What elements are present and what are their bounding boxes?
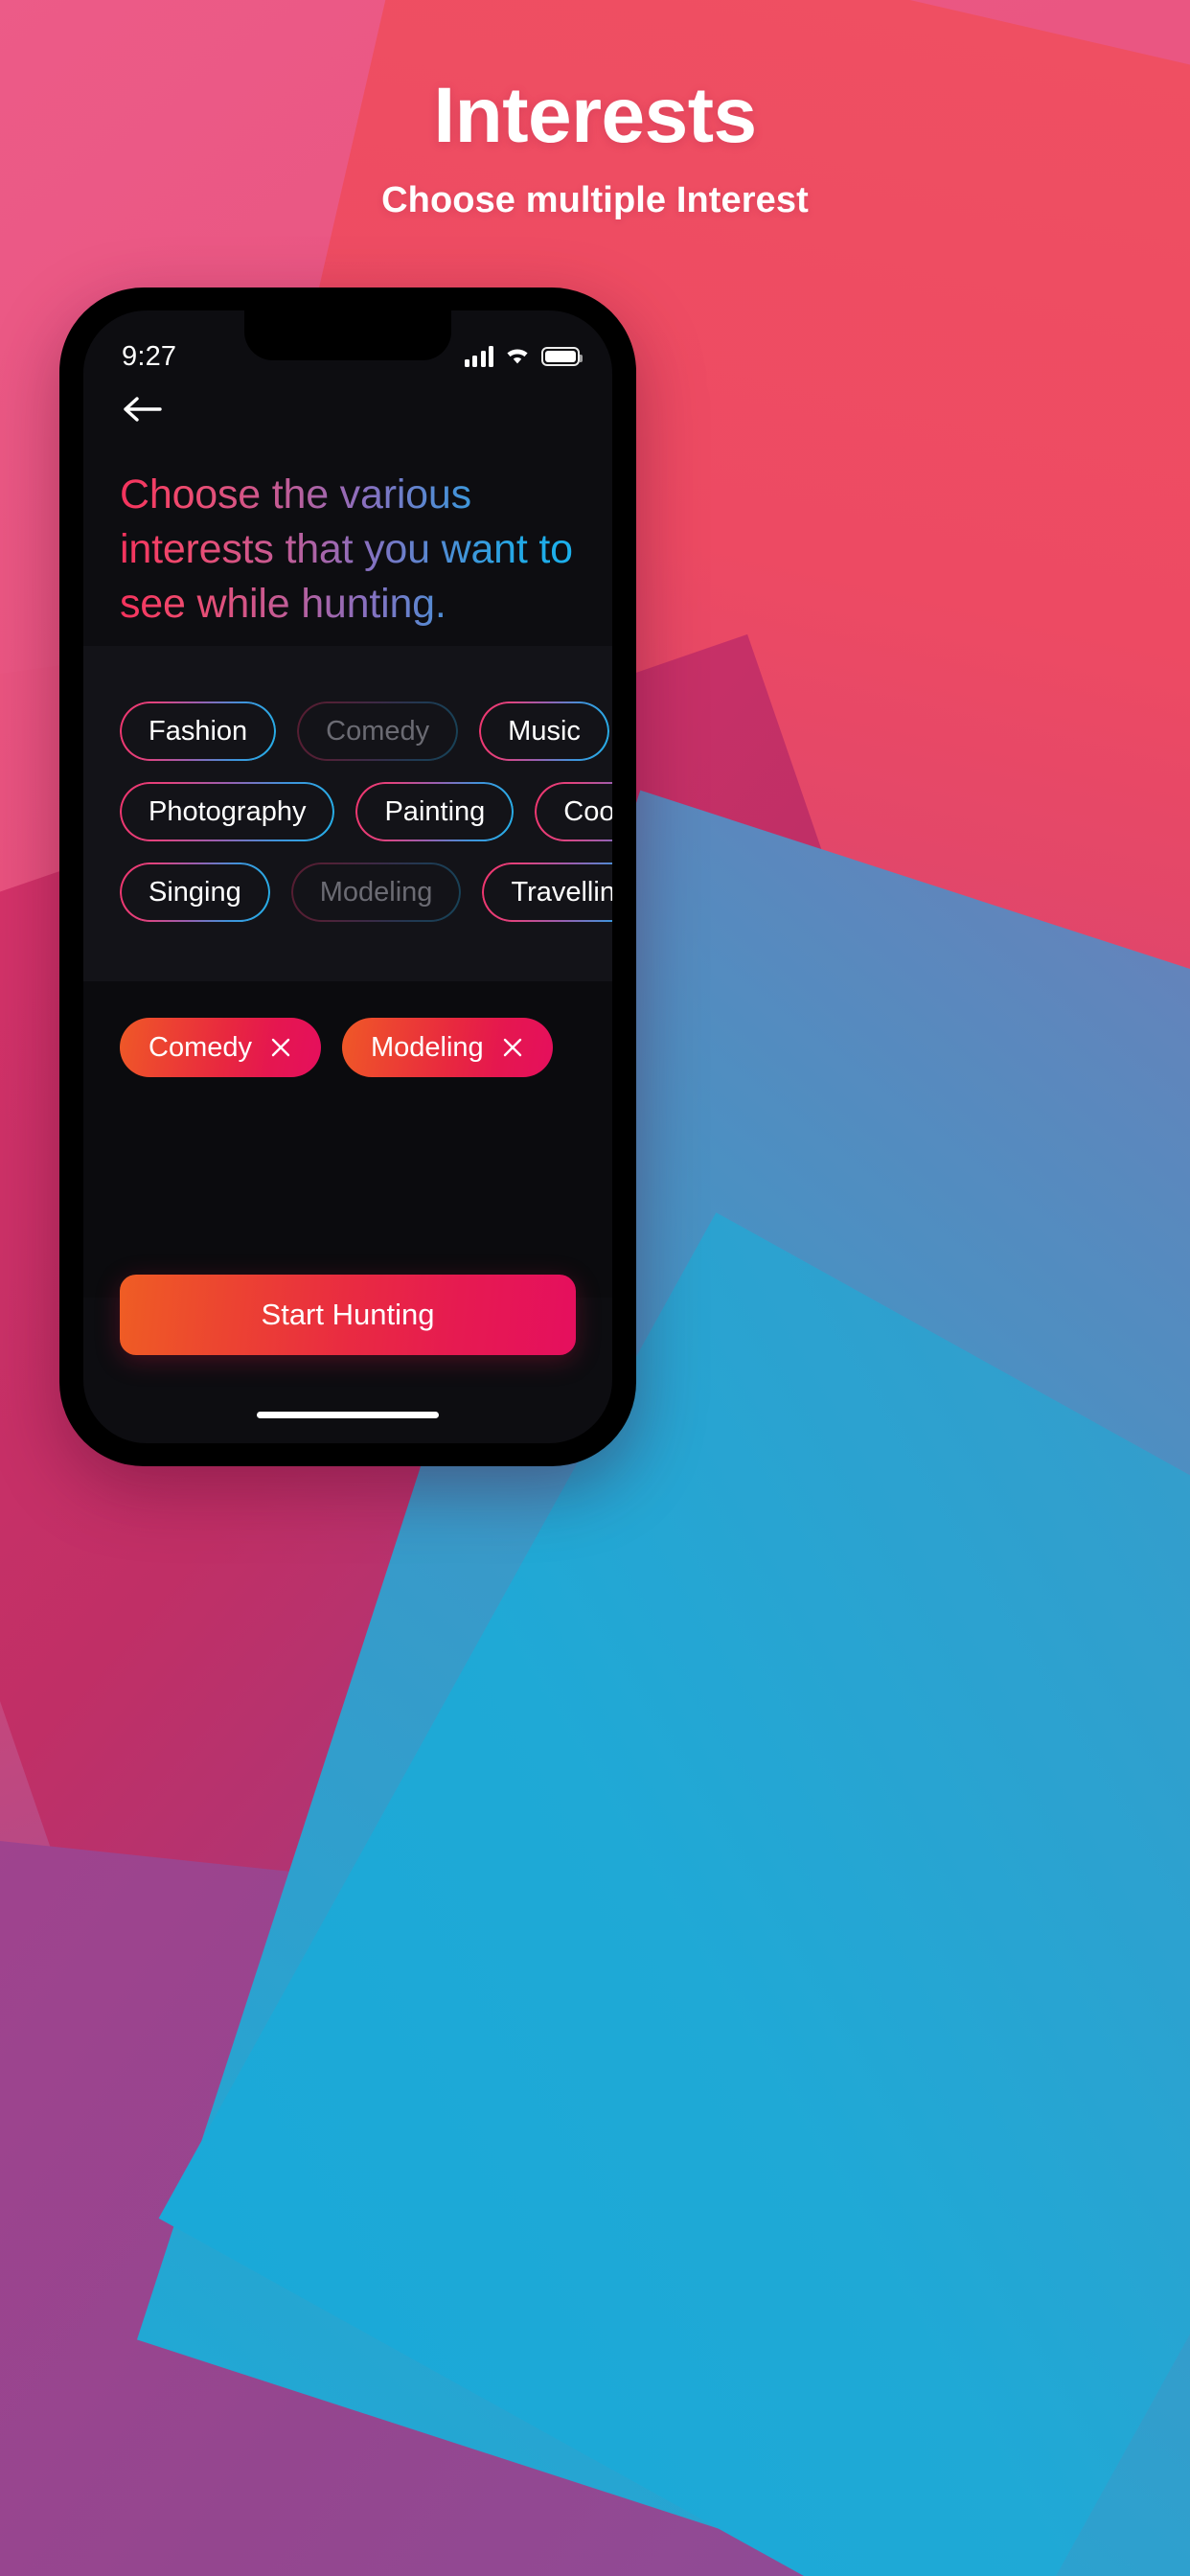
interest-chip-music[interactable]: Music [479,702,609,761]
wifi-icon [504,346,531,367]
back-button[interactable] [122,393,164,430]
back-arrow-icon[interactable] [122,393,164,426]
interest-chip-fashion[interactable]: Fashion [120,702,277,761]
phone-frame: 9:27 Choose the various interests that y… [59,288,636,1466]
start-hunting-label: Start Hunting [261,1298,435,1331]
chip-label: Painting [384,795,486,827]
selected-chip-modeling[interactable]: Modeling [342,1018,553,1077]
interest-chip-modeling[interactable]: Modeling [290,862,462,922]
phone-mockup: 9:27 Choose the various interests that y… [59,288,636,1466]
page-header: Interests Choose multiple Interest [0,0,1190,221]
selected-interests-section: Comedy Modeling [83,981,612,1298]
phone-screen: 9:27 Choose the various interests that y… [83,310,612,1443]
close-icon[interactable] [269,1036,292,1059]
interest-chip-painting[interactable]: Painting [355,782,515,841]
interest-row: Photography Painting Cooking Dancing [83,782,612,841]
interest-chip-comedy[interactable]: Comedy [297,702,459,761]
status-time: 9:27 [122,340,177,372]
start-hunting-button[interactable]: Start Hunting [120,1275,576,1355]
selected-interests-list: Comedy Modeling [120,1018,576,1077]
home-indicator[interactable] [257,1412,439,1418]
signal-bars-icon [464,346,493,367]
chip-label: Comedy [326,715,430,747]
screen-headline: Choose the various interests that you wa… [120,468,589,632]
close-icon[interactable] [501,1036,524,1059]
battery-full-icon [541,347,583,366]
selected-chip-label: Modeling [371,1031,484,1063]
page-title: Interests [433,72,757,159]
interest-row: Singing Modeling Travelling Fitness [83,862,612,922]
interest-row: Fashion Comedy Music Sports [83,702,612,761]
chip-label: Music [508,715,581,747]
interests-chip-scroller[interactable]: Fashion Comedy Music Sports Photography … [83,694,612,962]
chip-label: Travelling [511,876,612,908]
status-icons [464,346,583,367]
interest-chip-cooking[interactable]: Cooking [535,782,612,841]
chip-label: Photography [149,795,307,827]
page-subtitle: Choose multiple Interest [381,180,809,221]
interest-chip-travelling[interactable]: Travelling [482,862,612,922]
chip-label: Cooking [563,795,612,827]
selected-chip-label: Comedy [149,1031,252,1063]
interest-chip-photography[interactable]: Photography [120,782,335,841]
interest-chip-singing[interactable]: Singing [120,862,270,922]
chip-label: Singing [149,876,241,908]
selected-chip-comedy[interactable]: Comedy [120,1018,321,1077]
phone-notch [244,310,451,360]
chip-label: Fashion [149,715,248,747]
chip-label: Modeling [319,876,433,908]
